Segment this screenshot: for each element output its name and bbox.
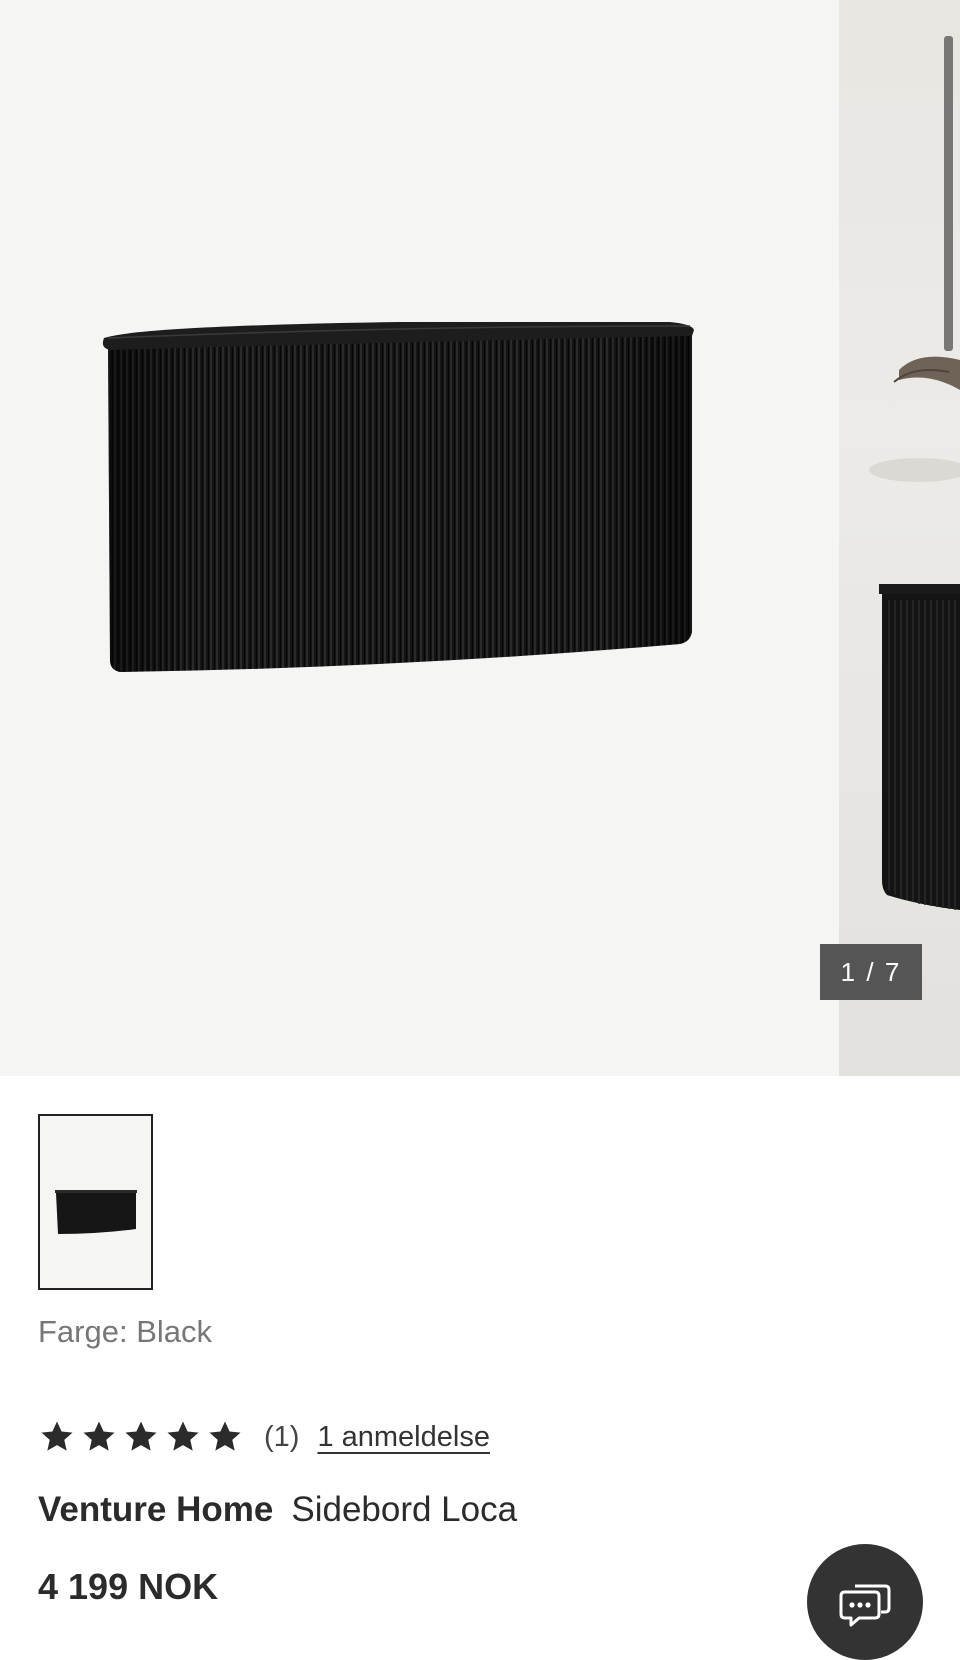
rating-stars bbox=[38, 1418, 244, 1456]
rating-count: (1) bbox=[264, 1420, 300, 1453]
chat-button[interactable] bbox=[807, 1544, 923, 1660]
image-counter: 1 / 7 bbox=[820, 944, 922, 1000]
sideboard-illustration bbox=[102, 322, 695, 672]
reviews-link[interactable]: 1 anmeldelse bbox=[317, 1421, 490, 1454]
product-price: 4 199 NOK bbox=[38, 1566, 219, 1607]
star-icon bbox=[41, 1421, 73, 1451]
color-variant-thumbnail[interactable] bbox=[38, 1114, 153, 1290]
next-product-image-preview[interactable] bbox=[839, 0, 960, 1076]
star-icon bbox=[167, 1421, 199, 1451]
star-icon bbox=[125, 1421, 157, 1451]
product-image-gallery[interactable]: 1 / 7 bbox=[0, 0, 960, 1076]
lifestyle-scene-illustration bbox=[869, 36, 960, 910]
counter-total: 7 bbox=[884, 956, 902, 987]
star-icon bbox=[83, 1421, 115, 1451]
counter-current: 1 bbox=[840, 956, 858, 987]
color-label-prefix: Farge: bbox=[38, 1314, 128, 1349]
product-name: Sidebord Loca bbox=[291, 1490, 518, 1529]
product-title: Venture Home Sidebord Loca bbox=[38, 1490, 517, 1530]
brand-name[interactable]: Venture Home bbox=[38, 1490, 273, 1529]
color-label: Farge: Black bbox=[38, 1314, 212, 1350]
color-value: Black bbox=[136, 1314, 213, 1349]
star-icon bbox=[209, 1421, 241, 1451]
main-product-image[interactable] bbox=[0, 0, 839, 1076]
rating-row: (1) 1 anmeldelse bbox=[38, 1413, 490, 1461]
thumbnail-image bbox=[55, 1190, 137, 1234]
counter-separator: / bbox=[866, 956, 876, 987]
chat-icon bbox=[839, 1584, 891, 1627]
